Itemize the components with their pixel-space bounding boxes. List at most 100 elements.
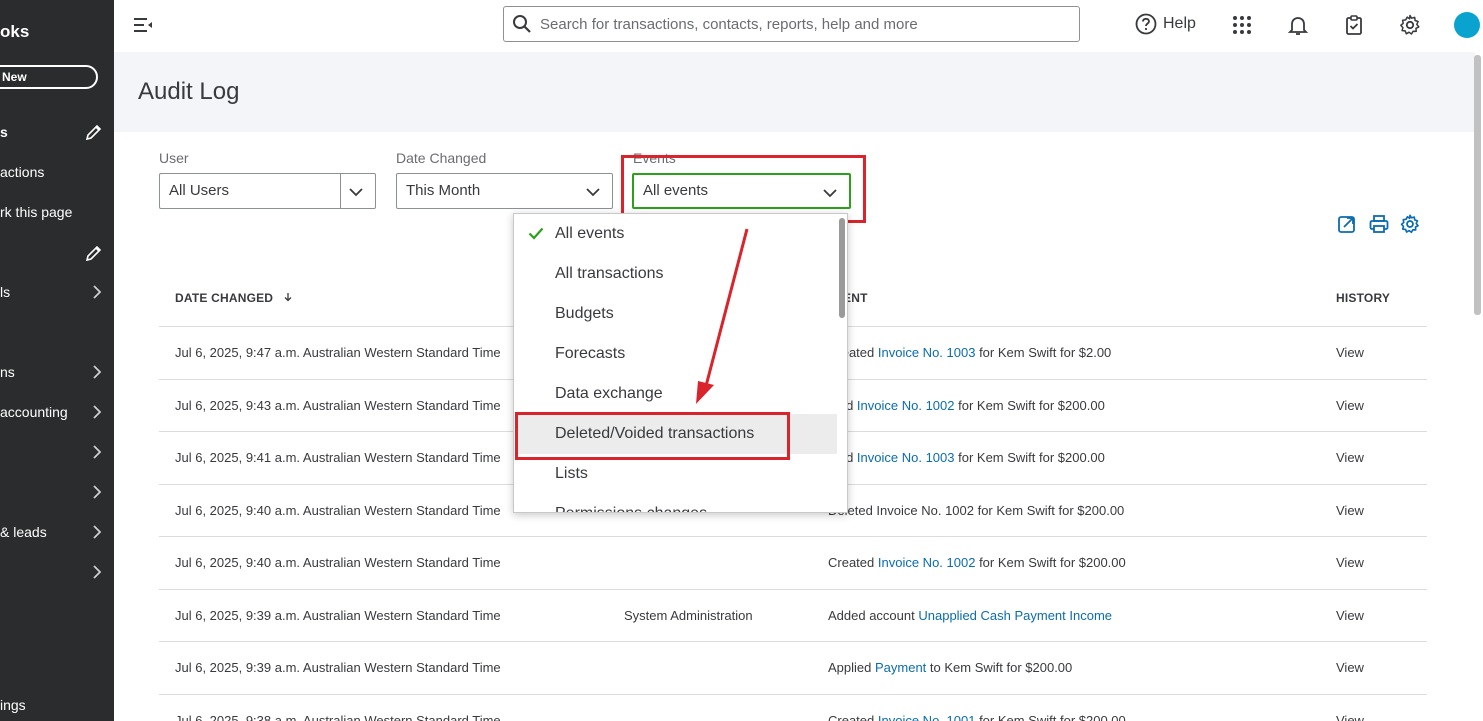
table-row: Jul 6, 2025, 9:38 a.m. Australian Wester… — [159, 694, 1427, 721]
menu-item-data-exchange[interactable]: Data exchange — [515, 374, 837, 414]
event-text: Applied — [828, 660, 875, 675]
apps-grid-icon[interactable] — [1230, 13, 1254, 37]
sidebar-item-4[interactable] — [0, 480, 114, 504]
view-history-link[interactable]: View — [1336, 432, 1364, 484]
sidebar-item-label: actions — [0, 164, 45, 180]
row-date: Jul 6, 2025, 9:47 a.m. Australian Wester… — [175, 345, 501, 360]
date-filter-select[interactable]: This Month — [396, 173, 613, 209]
event-text: for Kem Swift for $200.00 — [975, 713, 1126, 721]
menu-item-permissions-changes[interactable]: Permissions changes — [515, 494, 837, 512]
chevron-right-icon — [93, 565, 102, 579]
clipboard-icon[interactable] — [1342, 13, 1366, 37]
event-text: to Kem Swift for $200.00 — [926, 660, 1073, 675]
event-link[interactable]: Invoice No. 1003 — [857, 450, 955, 465]
row-event: Created Invoice No. 1003 for Kem Swift f… — [828, 327, 1111, 379]
row-event: Deleted Invoice No. 1002 for Kem Swift f… — [828, 485, 1124, 537]
sidebar-item-3[interactable] — [0, 440, 114, 464]
page-title: Audit Log — [138, 78, 240, 105]
menu-item-label: Permissions changes — [555, 505, 707, 512]
page-header: Audit Log — [114, 52, 1475, 132]
row-event: Applied Payment to Kem Swift for $200.00 — [828, 642, 1072, 694]
menu-item-forecasts[interactable]: Forecasts — [515, 334, 837, 374]
chevron-right-icon — [93, 485, 102, 499]
menu-item-all-transactions[interactable]: All transactions — [515, 254, 837, 294]
event-link[interactable]: Payment — [875, 660, 926, 675]
user-filter-label: User — [159, 150, 189, 166]
sidebar: oks New s actions rk this page ls ns acc… — [0, 0, 114, 721]
menu-item-label: Forecasts — [555, 345, 626, 362]
menu-item-label: All transactions — [555, 265, 664, 282]
column-header-date-changed[interactable]: DATE CHANGED — [175, 291, 293, 305]
event-link[interactable]: Invoice No. 1002 — [878, 555, 976, 570]
search-box[interactable] — [503, 6, 1080, 42]
event-link[interactable]: Unapplied Cash Payment Income — [918, 608, 1112, 623]
brand-logo-text: oks — [0, 22, 30, 41]
export-icon[interactable] — [1336, 213, 1358, 235]
event-text: for Kem Swift for $200.00 — [954, 450, 1105, 465]
user-filter-select[interactable]: All Users — [159, 173, 376, 209]
sidebar-item-label: & leads — [0, 524, 47, 540]
help-label: Help — [1163, 15, 1196, 32]
search-input[interactable] — [540, 7, 1070, 41]
row-date: Jul 6, 2025, 9:39 a.m. Australian Wester… — [175, 660, 501, 675]
event-text: Added account — [828, 608, 919, 623]
event-text: Created — [828, 713, 878, 721]
column-header-history[interactable]: HISTORY — [1336, 291, 1390, 305]
chevron-right-icon — [93, 445, 102, 459]
sidebar-item-settings[interactable]: ings — [0, 693, 114, 717]
pencil-icon[interactable] — [84, 122, 104, 142]
avatar[interactable] — [1454, 12, 1480, 38]
event-link[interactable]: Invoice No. 1001 — [878, 713, 976, 721]
page-scrollbar[interactable] — [1474, 55, 1481, 315]
chevron-down-icon — [349, 188, 363, 197]
annotation-highlight-box — [515, 412, 790, 460]
table-row: Jul 6, 2025, 9:39 a.m. Australian Wester… — [159, 641, 1427, 694]
gear-icon[interactable] — [1398, 13, 1422, 37]
row-date: Jul 6, 2025, 9:40 a.m. Australian Wester… — [175, 503, 501, 518]
sidebar-item-transactions[interactable]: actions — [0, 160, 114, 184]
sidebar-item-accounting[interactable]: accounting — [0, 400, 114, 424]
chevron-down-icon — [586, 188, 600, 197]
pencil-icon[interactable] — [84, 243, 104, 263]
settings-gear-icon[interactable] — [1399, 213, 1421, 235]
row-event: Created Invoice No. 1001 for Kem Swift f… — [828, 695, 1126, 721]
view-history-link[interactable]: View — [1336, 537, 1364, 589]
help-button[interactable]: Help — [1135, 12, 1196, 36]
sidebar-item-leads[interactable]: & leads — [0, 520, 114, 544]
sidebar-item-5[interactable] — [0, 560, 114, 584]
row-date: Jul 6, 2025, 9:40 a.m. Australian Wester… — [175, 555, 501, 570]
sidebar-item-bookmarks[interactable]: s — [0, 120, 114, 144]
row-event: ated Invoice No. 1002 for Kem Swift for … — [828, 380, 1105, 432]
row-date: Jul 6, 2025, 9:41 a.m. Australian Wester… — [175, 450, 501, 465]
sidebar-item-2[interactable]: ns — [0, 360, 114, 384]
row-user: System Administration — [624, 608, 753, 623]
view-history-link[interactable]: View — [1336, 327, 1364, 379]
event-link[interactable]: Invoice No. 1002 — [857, 398, 955, 413]
event-text: Created — [828, 555, 878, 570]
arrow-down-icon — [284, 293, 292, 302]
view-history-link[interactable]: View — [1336, 642, 1364, 694]
row-date: Jul 6, 2025, 9:43 a.m. Australian Wester… — [175, 398, 501, 413]
menu-item-budgets[interactable]: Budgets — [515, 294, 837, 334]
menu-scrollbar[interactable] — [839, 218, 845, 318]
sidebar-item-1[interactable]: ls — [0, 280, 114, 304]
row-event: Added account Unapplied Cash Payment Inc… — [828, 590, 1112, 642]
menu-item-label: Budgets — [555, 305, 614, 322]
new-button[interactable]: New — [0, 65, 98, 89]
menu-collapse-icon[interactable] — [132, 14, 154, 36]
menu-item-label: All events — [555, 225, 625, 242]
view-history-link[interactable]: View — [1336, 695, 1364, 721]
print-icon[interactable] — [1368, 213, 1390, 235]
event-text: for Kem Swift for $200.00 — [954, 398, 1105, 413]
menu-item-all-events[interactable]: All events — [515, 214, 837, 254]
event-link[interactable]: Invoice No. 1003 — [878, 345, 976, 360]
view-history-link[interactable]: View — [1336, 590, 1364, 642]
bell-icon[interactable] — [1286, 13, 1310, 37]
view-history-link[interactable]: View — [1336, 380, 1364, 432]
view-history-link[interactable]: View — [1336, 485, 1364, 537]
menu-item-lists[interactable]: Lists — [515, 454, 837, 494]
event-text: Deleted Invoice No. 1002 for Kem Swift f… — [828, 503, 1125, 518]
sidebar-item-menu-edit[interactable] — [0, 241, 114, 265]
row-date: Jul 6, 2025, 9:38 a.m. Australian Wester… — [175, 713, 501, 721]
sidebar-item-bookmark-page[interactable]: rk this page — [0, 200, 114, 224]
